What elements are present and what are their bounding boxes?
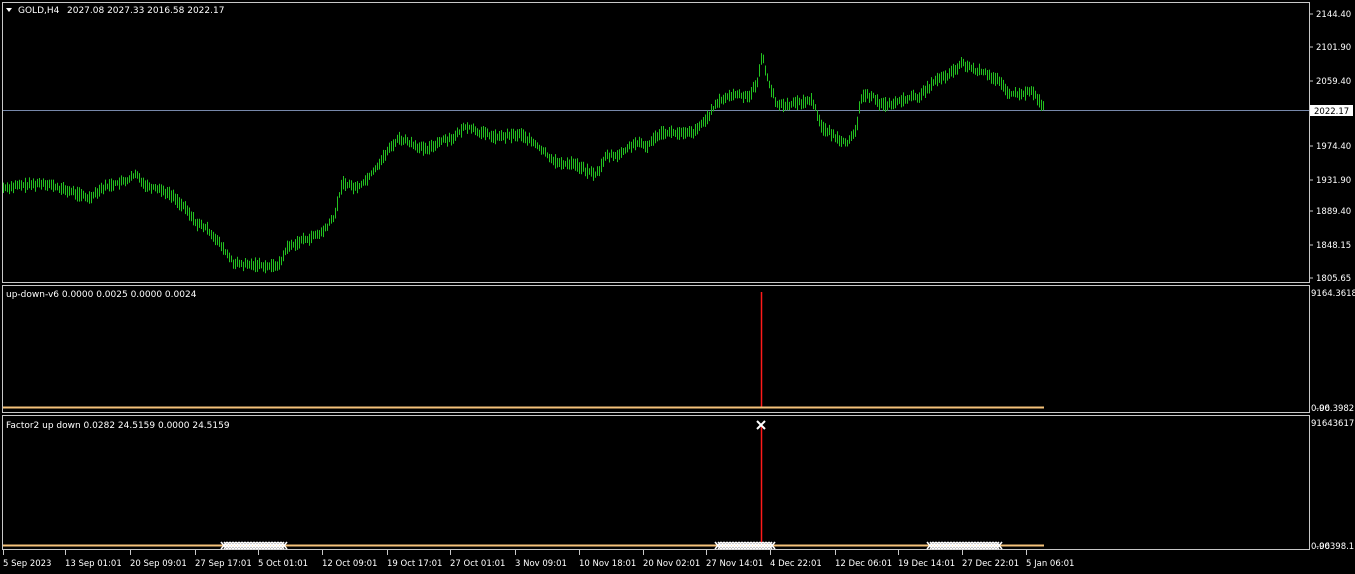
- time-axis-label: 20 Sep 09:01: [130, 559, 187, 569]
- time-axis-label: 19 Dec 14:01: [898, 559, 955, 569]
- trading-chart: GOLD,H4 2027.08 2027.33 2016.58 2022.17 …: [2, 2, 1355, 569]
- time-axis-label: 10 Nov 18:01: [579, 559, 636, 569]
- time-axis-label: 4 Dec 22:01: [770, 559, 822, 569]
- price-axis-label: 2101.90: [1316, 43, 1351, 53]
- main-symbol-label: GOLD,H4: [18, 6, 60, 16]
- time-axis-label: 3 Nov 09:01: [515, 559, 567, 569]
- time-axis-label: 19 Oct 17:01: [387, 559, 442, 569]
- time-axis-label: 27 Dec 22:01: [962, 559, 1019, 569]
- time-axis: 5 Sep 2023 13 Sep 01:01 20 Sep 09:01 27 Sep…: [3, 550, 1074, 569]
- time-axis-label: 27 Nov 14:01: [706, 559, 763, 569]
- main-ohlc-values: 2027.08 2027.33 2016.58 2022.17: [67, 6, 224, 16]
- price-axis-label: 1848.15: [1316, 241, 1351, 251]
- price-axis-label: 2059.40: [1316, 77, 1351, 87]
- collapse-triangle-icon[interactable]: [6, 8, 12, 12]
- price-axis-label: 2144.40: [1316, 10, 1351, 20]
- time-axis-label: 5 Jan 06:01: [1026, 559, 1074, 569]
- price-axis-label: 1974.40: [1316, 142, 1351, 152]
- current-price-tag-label: 2022.17: [1314, 107, 1349, 117]
- pane1-indicator-title: up-down-v6 0.0000 0.0025 0.0000 0.0024: [6, 290, 197, 300]
- time-axis-label: 27 Sep 17:01: [195, 559, 252, 569]
- price-axis-label: 1931.90: [1316, 176, 1351, 186]
- pane2-axis-bottom: -96398.1: [1316, 542, 1354, 552]
- price-bars: [3, 53, 1044, 274]
- pane2-axis-top: 91643617.: [1311, 419, 1355, 429]
- time-axis-label: 5 Sep 2023: [3, 559, 51, 569]
- time-axis-label: 20 Nov 02:01: [643, 559, 700, 569]
- pane1-axis-top: 9164.3618: [1311, 289, 1355, 299]
- time-axis-label: 12 Dec 06:01: [835, 559, 892, 569]
- price-axis-label: 1805.65: [1316, 274, 1351, 284]
- time-axis-label: 12 Oct 09:01: [322, 559, 377, 569]
- pane1-frame: [2, 285, 1310, 413]
- pane2-frame: [2, 415, 1310, 550]
- main-price-axis: 2144.40 2101.90 2059.40 1974.40 1931.90 1889.…: [1309, 10, 1351, 284]
- price-axis-label: 1889.40: [1316, 207, 1351, 217]
- pane1-axis-bottom: -96.3982: [1316, 404, 1354, 414]
- time-axis-label: 5 Oct 01:01: [258, 559, 308, 569]
- pane2-indicator-title: Factor2 up down 0.0282 24.5159 0.0000 24…: [6, 421, 230, 431]
- time-axis-label: 27 Oct 01:01: [450, 559, 505, 569]
- time-axis-label: 13 Sep 01:01: [65, 559, 122, 569]
